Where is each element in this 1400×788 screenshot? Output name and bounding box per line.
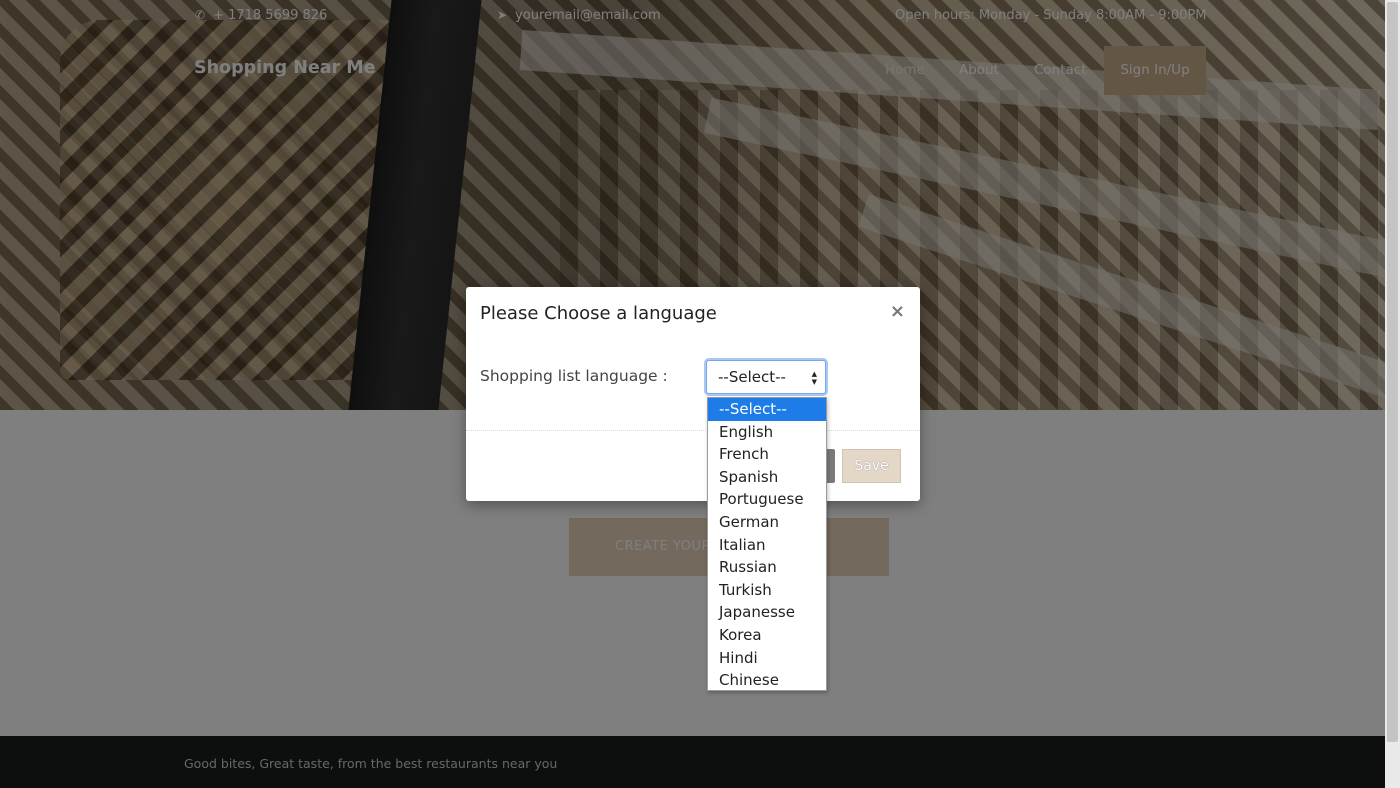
language-field-label: Shopping list language :	[480, 367, 668, 385]
dropdown-option[interactable]: Russian	[708, 556, 826, 579]
save-button[interactable]: Save	[842, 449, 901, 483]
dropdown-option[interactable]: Chinese	[708, 669, 826, 692]
dropdown-option[interactable]: Spanish	[708, 466, 826, 489]
dropdown-option[interactable]: Japanesse	[708, 601, 826, 624]
page-scrollbar[interactable]	[1385, 0, 1400, 788]
language-select[interactable]: --Select-- ▲ ▼	[706, 360, 826, 394]
dropdown-option[interactable]: --Select--	[708, 398, 826, 421]
scrollbar-thumb[interactable]	[1387, 2, 1398, 742]
dropdown-option[interactable]: Italian	[708, 534, 826, 557]
select-arrows-icon: ▲ ▼	[811, 370, 817, 386]
language-select-value: --Select--	[718, 368, 786, 386]
modal-divider	[466, 430, 920, 432]
dropdown-option[interactable]: English	[708, 421, 826, 444]
dropdown-option[interactable]: Turkish	[708, 579, 826, 602]
close-icon[interactable]: ×	[890, 301, 905, 322]
dropdown-option[interactable]: German	[708, 511, 826, 534]
language-modal: Please Choose a language × Shopping list…	[466, 287, 920, 501]
dropdown-option[interactable]: Portuguese	[708, 488, 826, 511]
dropdown-option[interactable]: Korea	[708, 624, 826, 647]
dropdown-option[interactable]: Hindi	[708, 647, 826, 670]
language-dropdown-list[interactable]: --Select-- English French Spanish Portug…	[707, 397, 827, 691]
modal-title: Please Choose a language	[480, 303, 717, 324]
dropdown-option[interactable]: French	[708, 443, 826, 466]
